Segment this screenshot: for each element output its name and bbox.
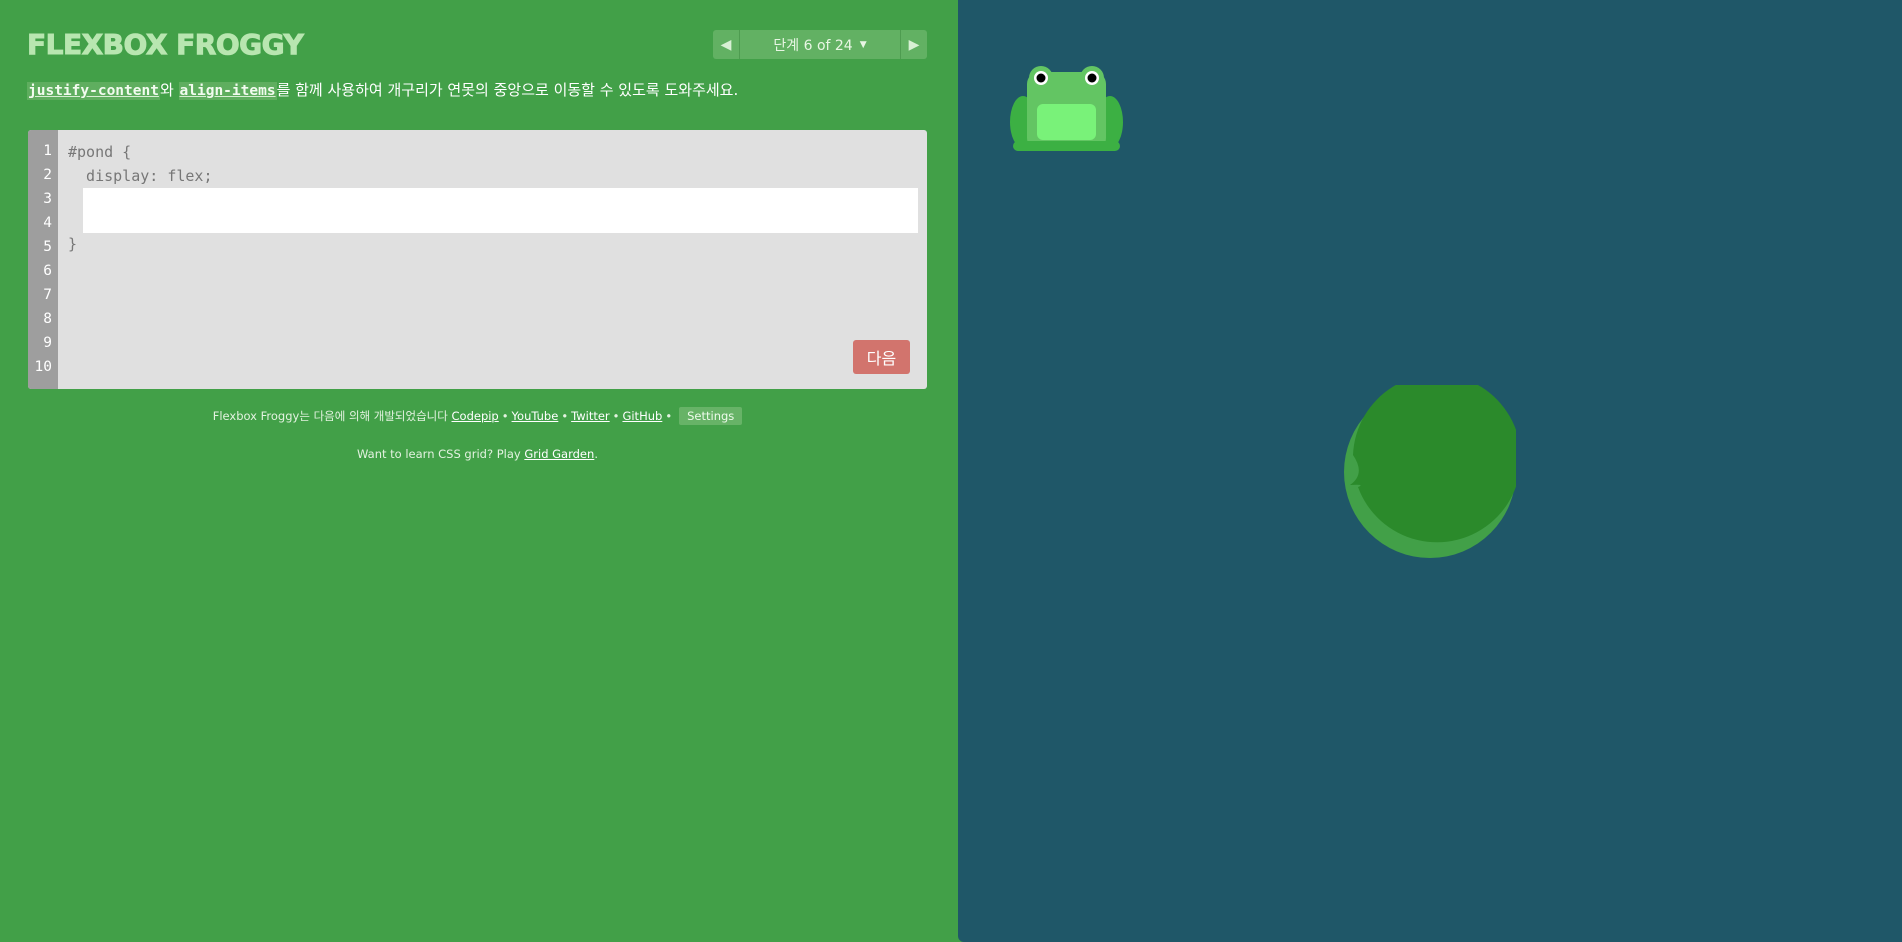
line-number: 9 [43, 335, 52, 351]
triangle-left-icon: ◀ [720, 36, 732, 53]
instructions-panel: FLEXBOX FROGGY ◀ 단계 6 of 24 ▼ ▶ justify-… [0, 0, 958, 942]
code-line-selector: #pond { [68, 143, 132, 161]
line-number: 8 [43, 311, 52, 327]
line-number: 2 [43, 167, 52, 183]
separator: • [501, 409, 509, 423]
level-instructions: justify-content와 align-items를 함께 사용하여 개구… [27, 78, 927, 103]
triangle-right-icon: ▶ [908, 36, 920, 53]
line-number: 1 [43, 143, 52, 159]
youtube-link[interactable]: YouTube [512, 409, 559, 423]
line-number: 4 [43, 215, 52, 231]
line-number: 3 [43, 191, 52, 207]
separator: • [561, 409, 569, 423]
github-link[interactable]: GitHub [622, 409, 662, 423]
code-line-closing-brace: } [68, 235, 78, 253]
next-button[interactable]: 다음 [853, 340, 910, 374]
level-label: 단계 6 of 24 [773, 37, 853, 54]
code-editor: 1 2 3 4 5 6 7 8 9 10 #pond { display: fl… [28, 130, 927, 389]
separator: • [612, 409, 620, 423]
grid-garden-promo: Want to learn CSS grid? Play Grid Garden… [28, 447, 927, 461]
twitter-link[interactable]: Twitter [571, 409, 610, 423]
instruction-text-2: 를 함께 사용하여 개구리가 연못의 중앙으로 이동할 수 있도록 도와주세요. [276, 81, 739, 99]
settings-button[interactable]: Settings [679, 407, 743, 425]
previous-level-button[interactable]: ◀ [713, 30, 740, 59]
level-navigation: ◀ 단계 6 of 24 ▼ ▶ [713, 30, 927, 59]
code-line-display: display: flex; [68, 167, 213, 185]
codepip-link[interactable]: Codepip [452, 409, 499, 423]
separator: • [665, 409, 673, 423]
app-title: FLEXBOX FROGGY [26, 28, 304, 62]
level-dropdown[interactable]: 단계 6 of 24 ▼ [740, 30, 900, 59]
instruction-text-1: 와 [159, 81, 179, 99]
green-frog-icon [1010, 66, 1123, 151]
credits-text: Flexbox Froggy는 다음에 의해 개발되었습니다 [212, 409, 452, 423]
css-code-input[interactable] [83, 188, 918, 233]
line-number-gutter: 1 2 3 4 5 6 7 8 9 10 [28, 130, 58, 389]
grid-garden-link[interactable]: Grid Garden [524, 447, 594, 461]
green-lilypad-icon [1344, 385, 1516, 558]
line-number: 7 [43, 287, 52, 303]
line-number: 5 [43, 239, 52, 255]
caret-down-icon: ▼ [859, 39, 867, 50]
next-level-button[interactable]: ▶ [900, 30, 927, 59]
property-hint-align-items[interactable]: align-items [178, 82, 277, 100]
grid-garden-text: Want to learn CSS grid? Play [357, 447, 525, 461]
line-number: 6 [43, 263, 52, 279]
line-number: 10 [34, 359, 52, 375]
grid-garden-suffix: . [594, 447, 598, 461]
property-hint-justify-content[interactable]: justify-content [27, 82, 160, 100]
credits: Flexbox Froggy는 다음에 의해 개발되었습니다 Codepip • Y… [28, 407, 927, 425]
